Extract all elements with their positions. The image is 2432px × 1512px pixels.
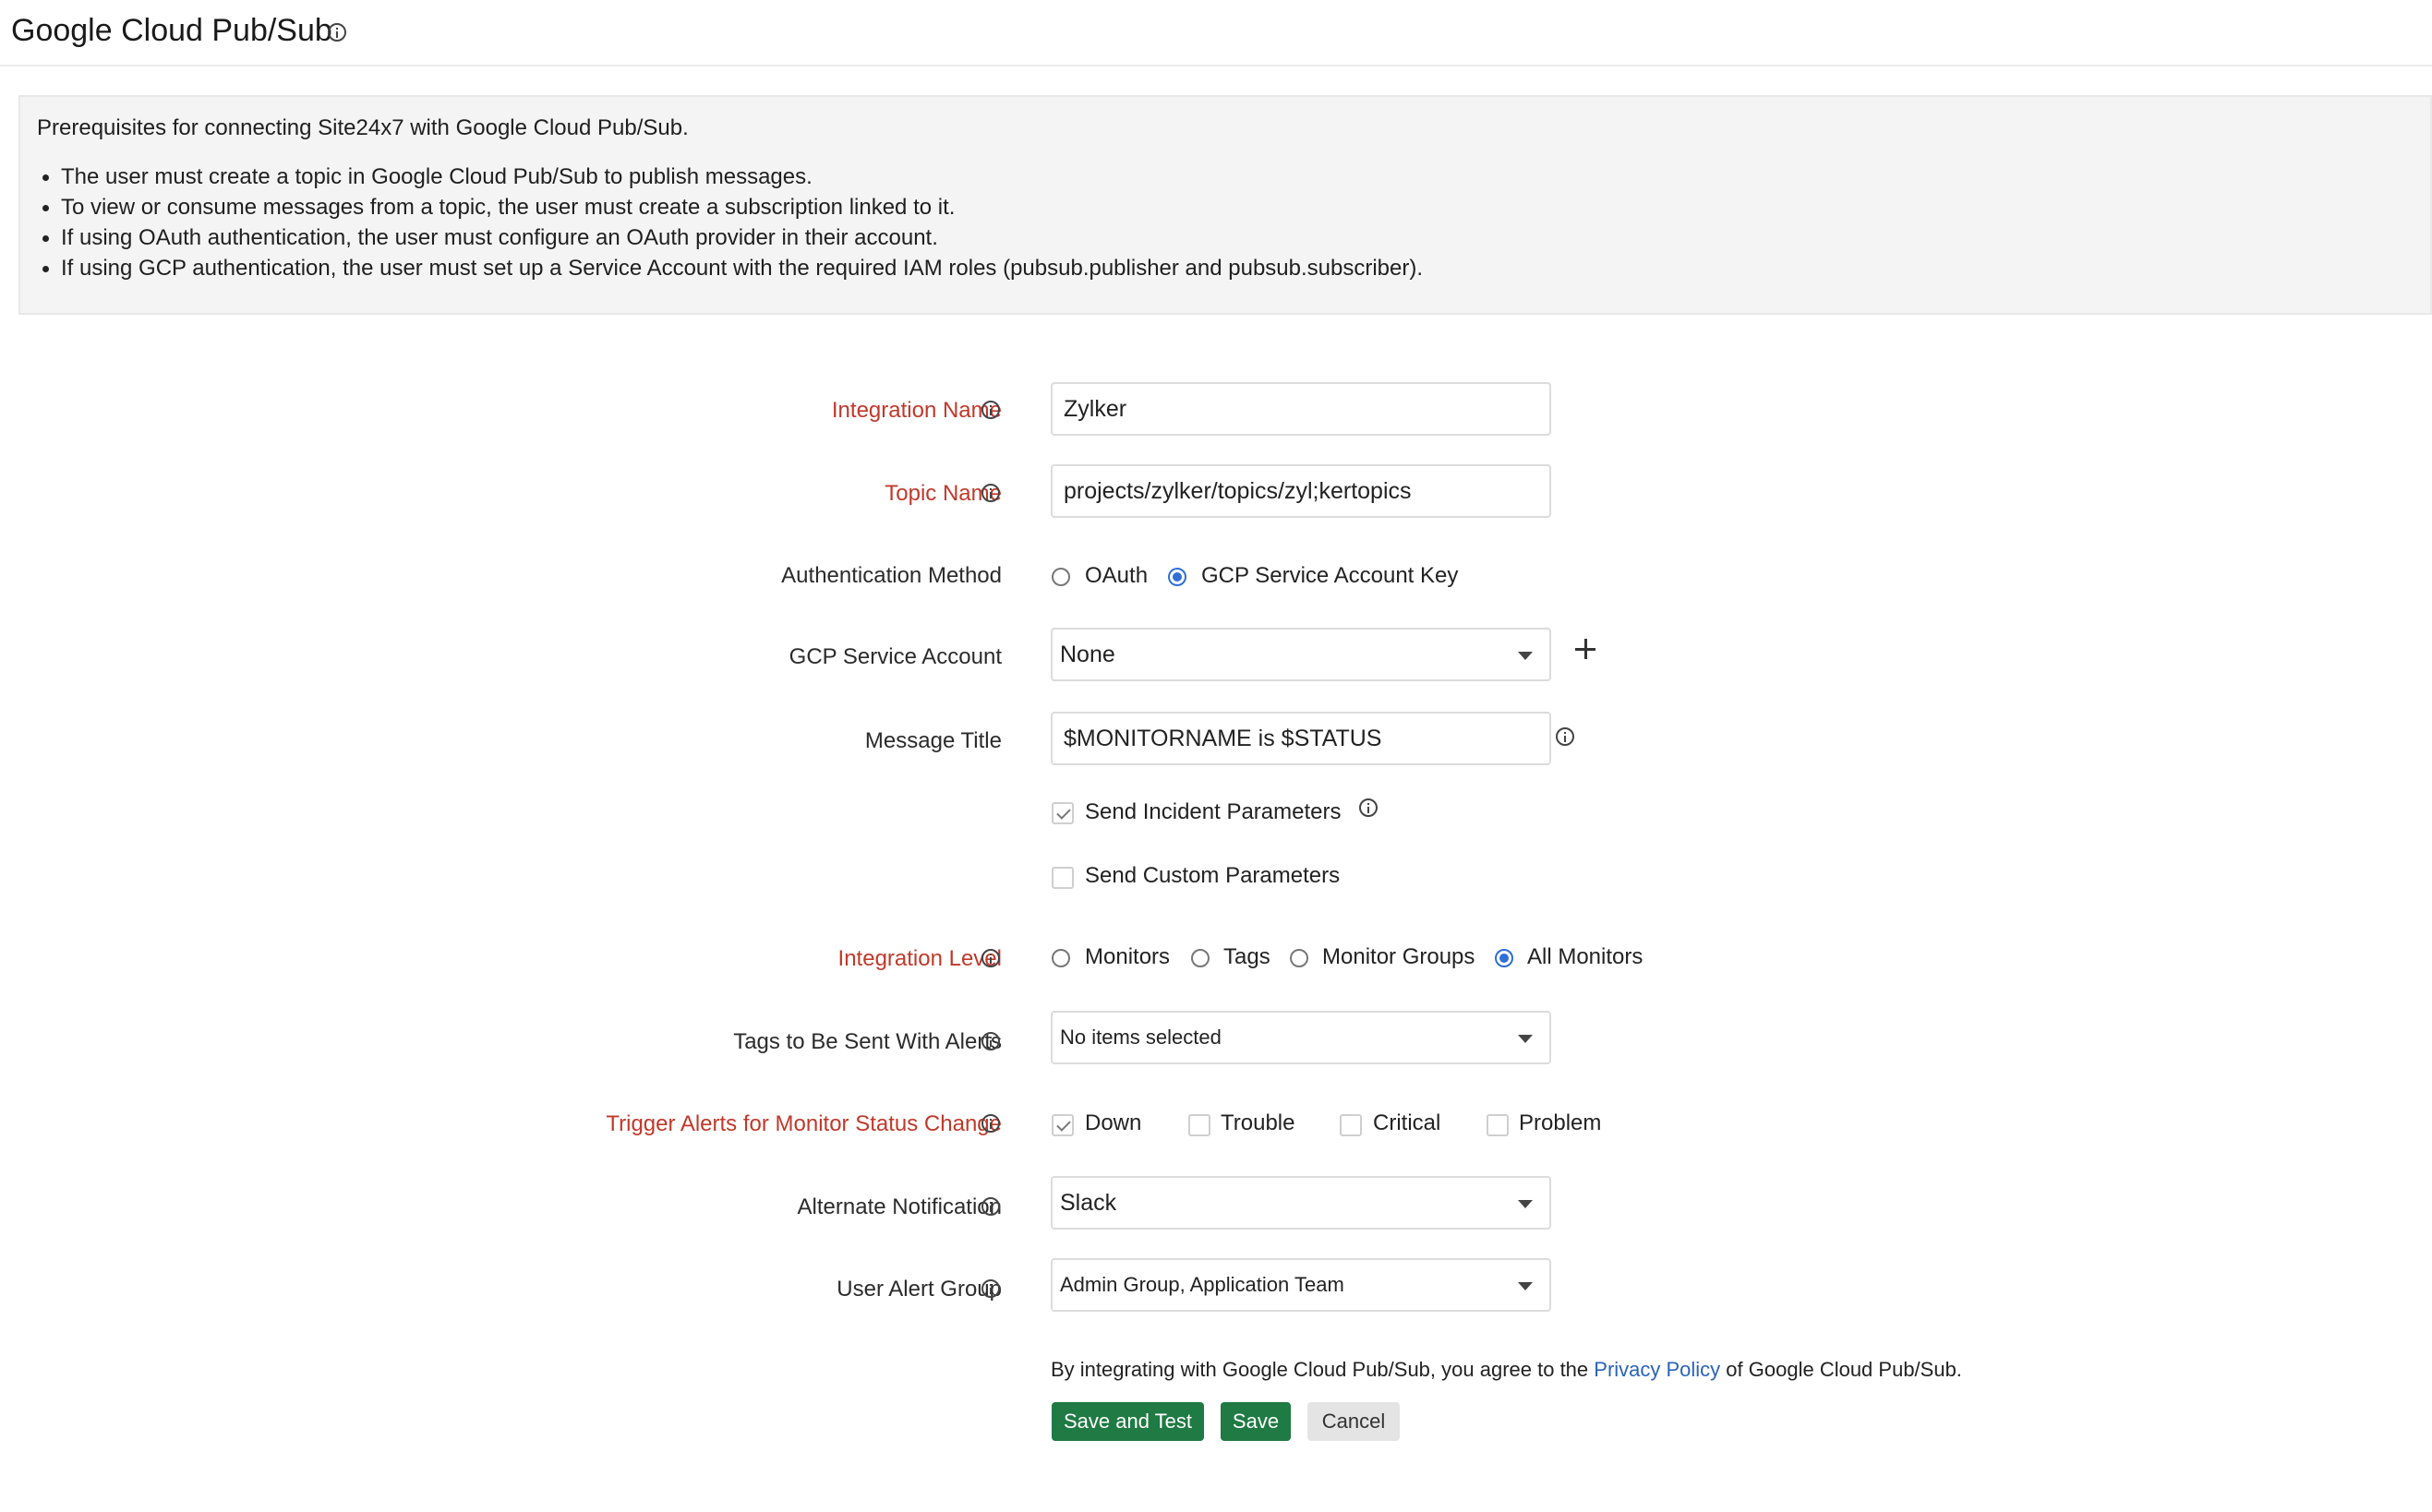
list-item: The user must create a topic in Google C…	[37, 162, 1423, 192]
trigger-problem-checkbox[interactable]	[1487, 1114, 1509, 1136]
level-monitors-radio[interactable]	[1052, 949, 1070, 967]
send-custom-parameters-checkbox[interactable]	[1052, 867, 1074, 889]
save-and-test-button[interactable]: Save and Test	[1052, 1402, 1204, 1441]
level-monitor-groups-radio[interactable]	[1290, 949, 1308, 967]
info-icon[interactable]	[1556, 727, 1574, 746]
prerequisites-panel: Prerequisites for connecting Site24x7 wi…	[18, 95, 2432, 315]
agreement-suffix: of Google Cloud Pub/Sub.	[1720, 1358, 1962, 1381]
list-item: If using OAuth authentication, the user …	[37, 222, 1423, 253]
list-item: If using GCP authentication, the user mu…	[37, 253, 1423, 283]
info-icon[interactable]	[981, 949, 1000, 967]
alternate-notification-label: Alternate Notification	[797, 1194, 1002, 1219]
select-value: Slack	[1060, 1190, 1117, 1216]
cancel-button[interactable]: Cancel	[1307, 1402, 1400, 1441]
integration-name-label: Integration Name	[831, 398, 1002, 423]
chevron-down-icon	[1518, 1035, 1533, 1043]
list-item: To view or consume messages from a topic…	[37, 192, 1423, 222]
trigger-trouble-label[interactable]: Trouble	[1221, 1110, 1294, 1136]
info-icon[interactable]	[981, 401, 1000, 419]
level-all-monitors-radio[interactable]	[1495, 949, 1513, 967]
user-alert-group-select[interactable]: Admin Group, Application Team	[1051, 1258, 1551, 1312]
level-monitors-label[interactable]: Monitors	[1085, 944, 1170, 970]
send-incident-parameters-checkbox[interactable]	[1052, 802, 1074, 824]
chevron-down-icon	[1518, 1200, 1533, 1208]
info-icon[interactable]	[981, 1279, 1000, 1298]
message-title-input[interactable]	[1051, 712, 1551, 765]
user-alert-group-label: User Alert Group	[837, 1277, 1002, 1302]
select-value: Admin Group, Application Team	[1060, 1273, 1344, 1296]
trigger-down-label[interactable]: Down	[1085, 1110, 1141, 1136]
auth-oauth-label[interactable]: OAuth	[1085, 563, 1148, 589]
page-title: Google Cloud Pub/Sub	[11, 13, 332, 48]
privacy-policy-link[interactable]: Privacy Policy	[1594, 1358, 1720, 1381]
auth-oauth-radio[interactable]	[1052, 568, 1070, 586]
level-all-monitors-label[interactable]: All Monitors	[1527, 944, 1643, 970]
integration-name-input[interactable]	[1051, 382, 1551, 436]
info-icon[interactable]	[981, 1032, 1000, 1050]
agreement-text: By integrating with Google Cloud Pub/Sub…	[1051, 1358, 1962, 1382]
info-icon[interactable]	[328, 23, 346, 42]
trigger-trouble-checkbox[interactable]	[1188, 1114, 1210, 1136]
topic-name-input[interactable]	[1051, 464, 1551, 518]
agreement-prefix: By integrating with Google Cloud Pub/Sub…	[1051, 1358, 1595, 1381]
select-value: None	[1060, 642, 1115, 667]
info-icon[interactable]	[981, 1197, 1000, 1216]
trigger-problem-label[interactable]: Problem	[1519, 1110, 1601, 1136]
tags-sent-label: Tags to Be Sent With Alerts	[733, 1029, 1002, 1054]
send-custom-parameters-label[interactable]: Send Custom Parameters	[1085, 863, 1340, 889]
level-tags-label[interactable]: Tags	[1223, 944, 1270, 970]
info-icon[interactable]	[981, 1114, 1000, 1133]
auth-gcp-key-label[interactable]: GCP Service Account Key	[1201, 563, 1458, 589]
info-icon[interactable]	[981, 484, 1000, 502]
auth-method-label: Authentication Method	[781, 563, 1002, 588]
send-incident-parameters-label[interactable]: Send Incident Parameters	[1085, 799, 1342, 825]
prerequisites-intro: Prerequisites for connecting Site24x7 wi…	[37, 115, 689, 140]
save-button[interactable]: Save	[1221, 1402, 1291, 1441]
integration-level-label: Integration Level	[837, 946, 1002, 971]
alternate-notification-select[interactable]: Slack	[1051, 1176, 1551, 1230]
chevron-down-icon	[1518, 1282, 1533, 1290]
plus-icon[interactable]	[1575, 639, 1595, 659]
trigger-alerts-label: Trigger Alerts for Monitor Status Change	[606, 1111, 1002, 1136]
gcp-service-account-label: GCP Service Account	[789, 644, 1002, 669]
level-tags-radio[interactable]	[1191, 949, 1210, 967]
trigger-down-checkbox[interactable]	[1052, 1114, 1074, 1136]
chevron-down-icon	[1518, 652, 1533, 660]
auth-gcp-key-radio[interactable]	[1168, 568, 1186, 586]
trigger-critical-label[interactable]: Critical	[1373, 1110, 1440, 1136]
prerequisites-list: The user must create a topic in Google C…	[37, 162, 1423, 283]
trigger-critical-checkbox[interactable]	[1340, 1114, 1362, 1136]
message-title-label: Message Title	[864, 728, 1002, 753]
info-icon[interactable]	[1359, 798, 1379, 817]
gcp-service-account-select[interactable]: None	[1051, 628, 1551, 681]
select-value: No items selected	[1060, 1026, 1222, 1049]
page-header: Google Cloud Pub/Sub	[0, 0, 2432, 66]
level-monitor-groups-label[interactable]: Monitor Groups	[1322, 944, 1475, 970]
tags-sent-select[interactable]: No items selected	[1051, 1011, 1551, 1064]
